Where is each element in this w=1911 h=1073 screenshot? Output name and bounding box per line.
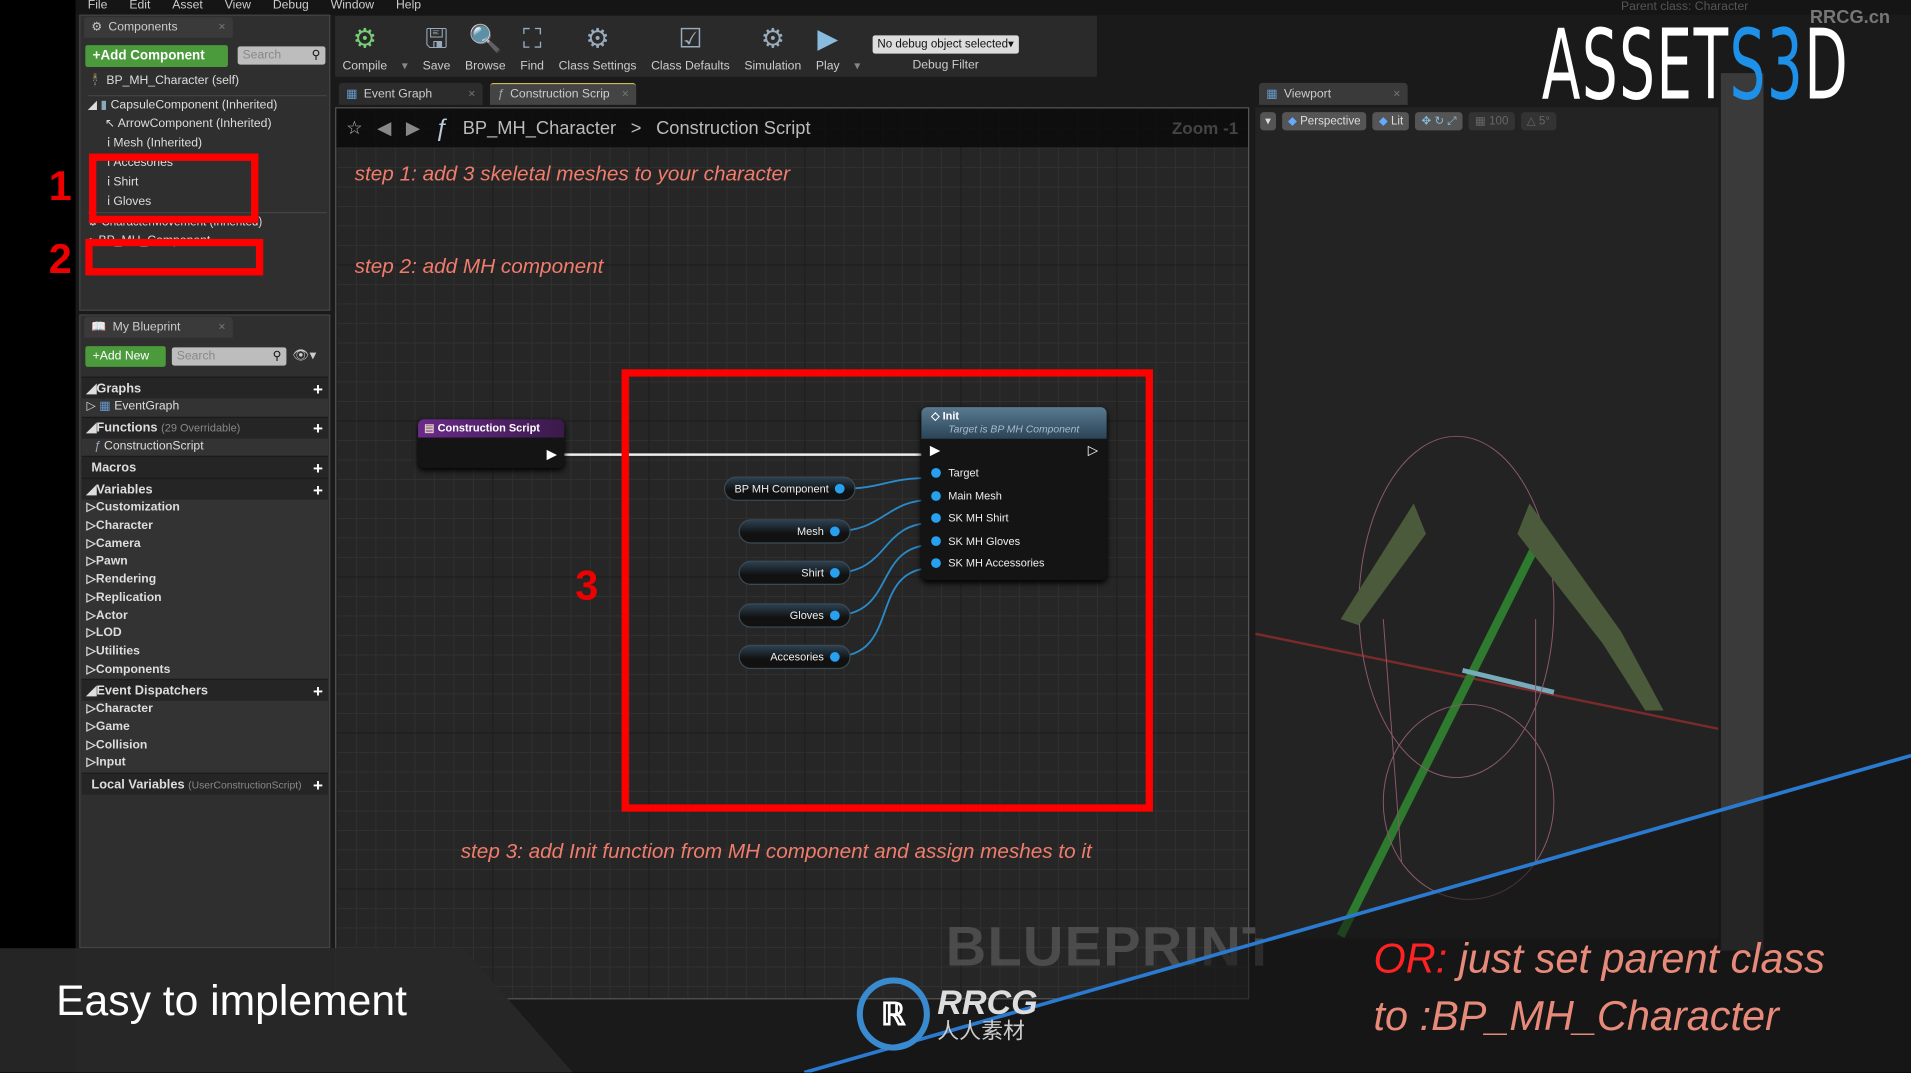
tab-viewport[interactable]: ▦ Viewport × [1258,82,1408,105]
parent-class-tip: OR: just set parent class to :BP_MH_Char… [1373,936,1825,1040]
close-icon[interactable]: × [1393,87,1400,100]
headline: Easy to implement [56,977,407,1025]
bottom-overlay-shapes [0,753,1911,1073]
rrcg-logo: ℝ RRCG 人人素材 [856,977,1038,1051]
viewport-icon: ▦ [1266,87,1278,101]
